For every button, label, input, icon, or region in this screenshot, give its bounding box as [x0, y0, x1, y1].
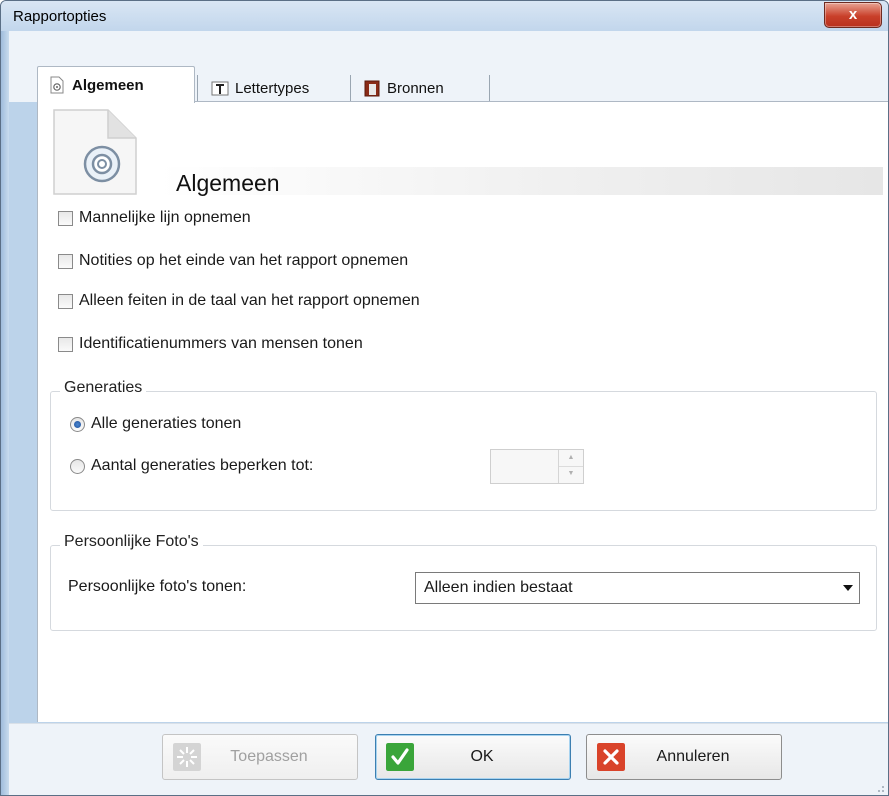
radio-label: Aantal generaties beperken tot: — [91, 457, 314, 474]
checkbox-label: Alleen feiten in de taal van het rapport… — [79, 292, 420, 309]
tab-separator — [197, 75, 198, 101]
window-title: Rapportopties — [13, 8, 107, 25]
tab-separator — [350, 75, 351, 101]
radio-alle-generaties[interactable]: Alle generaties tonen — [70, 415, 241, 433]
tab-algemeen[interactable]: Algemeen — [37, 66, 195, 103]
tab-label: Algemeen — [72, 76, 144, 94]
generations-limit-spinner[interactable]: ▲ ▼ — [490, 449, 584, 484]
window-frame-left — [1, 31, 9, 795]
tab-bronnen[interactable]: Bronnen — [353, 74, 444, 102]
tab-content-panel: Algemeen Mannelijke lijn opnemen Notitie… — [37, 102, 888, 722]
source-book-icon — [364, 80, 380, 97]
x-icon — [597, 743, 625, 771]
cancel-button[interactable]: Annuleren — [586, 734, 782, 780]
ok-button[interactable]: OK — [375, 734, 571, 780]
resize-grip-icon[interactable] — [875, 783, 885, 793]
tab-label: Bronnen — [387, 79, 444, 97]
spinner-buttons: ▲ ▼ — [558, 450, 583, 483]
section-title: Algemeen — [176, 170, 280, 196]
generaties-group — [50, 391, 877, 511]
radio-label: Alle generaties tonen — [91, 415, 242, 432]
checkbox[interactable] — [58, 210, 73, 226]
checkbox-label: Identificatienummers van mensen tonen — [79, 335, 363, 352]
apply-button[interactable]: Toepassen — [162, 734, 358, 780]
radio-beperk-generaties[interactable]: Aantal generaties beperken tot: — [70, 457, 313, 475]
text-font-icon — [211, 81, 229, 96]
fotos-legend: Persoonlijke Foto's — [60, 533, 203, 551]
generaties-legend: Generaties — [60, 379, 147, 397]
check-icon — [386, 743, 414, 771]
chevron-down-icon — [843, 585, 853, 591]
dialog-window: Rapportopties x Algemeen Lettertypes Bro… — [0, 0, 889, 796]
radio-button[interactable] — [70, 416, 85, 432]
checkbox-label: Notities op het einde van het rapport op… — [79, 252, 409, 269]
checkbox-label: Mannelijke lijn opnemen — [79, 209, 251, 226]
document-gear-icon — [53, 109, 137, 195]
close-icon: x — [848, 6, 858, 23]
button-bar: Toepassen OK Annuleren — [9, 723, 888, 795]
spinner-up-arrow-icon[interactable]: ▲ — [559, 450, 583, 467]
tab-lettertypes[interactable]: Lettertypes — [201, 74, 309, 102]
fotos-dropdown[interactable]: Alleen indien bestaat — [415, 572, 860, 604]
title-bar[interactable]: Rapportopties x — [1, 1, 888, 31]
button-label: Toepassen — [230, 748, 308, 765]
close-button[interactable]: x — [824, 2, 882, 28]
tab-label: Lettertypes — [235, 79, 310, 97]
option-notities[interactable]: Notities op het einde van het rapport op… — [58, 252, 408, 270]
dropdown-value: Alleen indien bestaat — [424, 579, 573, 596]
checkbox[interactable] — [58, 253, 73, 269]
spinner-down-arrow-icon[interactable]: ▼ — [559, 466, 583, 482]
button-label: OK — [470, 748, 494, 765]
report-settings-icon — [50, 76, 64, 94]
tab-separator — [489, 75, 490, 101]
fotos-label: Persoonlijke foto's tonen: — [68, 578, 247, 595]
option-mannelijke-lijn[interactable]: Mannelijke lijn opnemen — [58, 209, 251, 227]
option-alleen-feiten[interactable]: Alleen feiten in de taal van het rapport… — [58, 292, 420, 310]
radio-button[interactable] — [70, 458, 85, 474]
checkbox[interactable] — [58, 293, 73, 309]
sparkle-icon — [173, 743, 201, 771]
checkbox[interactable] — [58, 336, 73, 352]
button-label: Annuleren — [656, 748, 730, 765]
option-identificatienummers[interactable]: Identificatienummers van mensen tonen — [58, 335, 363, 353]
